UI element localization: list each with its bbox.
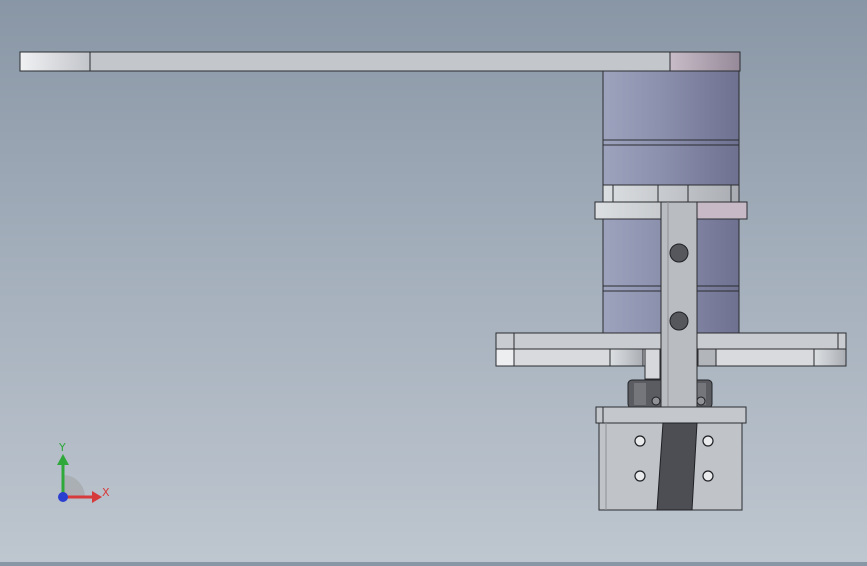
bolt-hole-icon	[634, 470, 646, 482]
horizontal-arm[interactable]	[19, 51, 741, 72]
slider-hole-icon	[669, 243, 689, 263]
model-drawing	[19, 51, 847, 511]
triad-axes-icon	[57, 454, 102, 503]
bolt-hole-icon	[702, 470, 714, 482]
bolt-hole-icon	[634, 435, 646, 447]
motor-cylinder[interactable]	[602, 70, 740, 187]
gripper-slot	[656, 422, 698, 511]
x-axis-label: X	[102, 486, 110, 499]
cad-viewport[interactable]: Y X	[0, 0, 867, 562]
gripper-block[interactable]	[598, 422, 743, 511]
mounting-collar[interactable]	[602, 184, 740, 203]
bolt-hole-icon	[702, 435, 714, 447]
screw-icon	[696, 396, 706, 406]
slider-spacer	[644, 348, 661, 380]
vertical-slider[interactable]	[660, 201, 698, 408]
guide-plate[interactable]	[595, 406, 747, 424]
slider-hole-icon	[669, 311, 689, 331]
y-axis-label: Y	[59, 441, 66, 454]
screw-icon	[651, 396, 661, 406]
reference-triad[interactable]: Y X	[40, 440, 120, 510]
